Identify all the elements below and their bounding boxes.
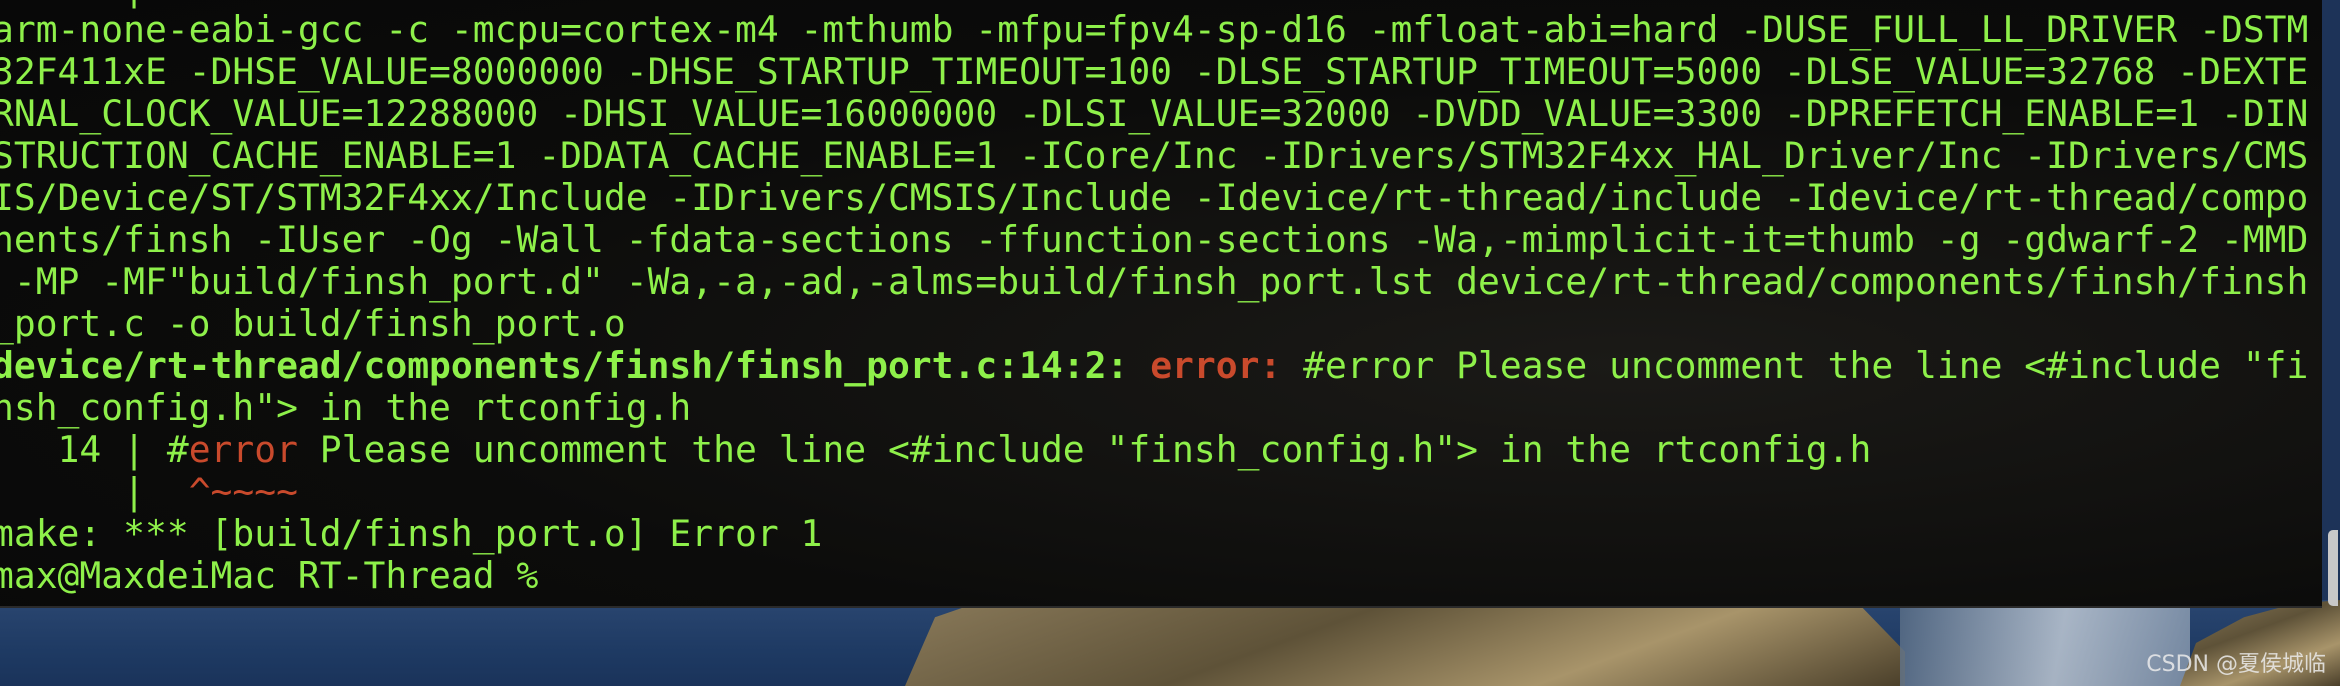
scrollbar[interactable] bbox=[2328, 530, 2338, 606]
output-text: RNAL_CLOCK_VALUE=12288000 -DHSI_VALUE=16… bbox=[0, 92, 2309, 135]
terminal-line: | ^~~~~ bbox=[0, 471, 2308, 513]
terminal-output[interactable]: | arm-none-eabi-gcc -c -mcpu=cortex-m4 -m… bbox=[0, 0, 2308, 597]
output-text: arm-none-eabi-gcc -c -mcpu=cortex-m4 -mt… bbox=[0, 8, 2309, 51]
output-text: Please uncomment the line <#include "fin… bbox=[297, 428, 1872, 471]
terminal-line: 14 | #error Please uncomment the line <#… bbox=[0, 429, 2308, 471]
output-text: max@MaxdeiMac RT-Thread % bbox=[0, 554, 561, 597]
output-text: STRUCTION_CACHE_ENABLE=1 -DDATA_CACHE_EN… bbox=[0, 134, 2309, 177]
error-text: error bbox=[188, 428, 298, 471]
terminal-window[interactable]: | arm-none-eabi-gcc -c -mcpu=cortex-m4 -m… bbox=[0, 0, 2322, 608]
output-text: 14 | # bbox=[0, 428, 189, 471]
watermark: CSDN @夏侯城临 bbox=[2146, 652, 2326, 677]
terminal-line: IS/Device/ST/STM32F4xx/Include -IDrivers… bbox=[0, 177, 2308, 219]
output-text: nsh_config.h"> in the rtconfig.h bbox=[0, 386, 692, 429]
wallpaper-rock bbox=[905, 600, 1905, 686]
terminal-line: -MP -MF"build/finsh_port.d" -Wa,-a,-ad,-… bbox=[0, 260, 2309, 303]
terminal-line: _port.c -o build/finsh_port.o bbox=[0, 303, 2308, 345]
terminal-line: nents/finsh -IUser -Og -Wall -fdata-sect… bbox=[0, 219, 2308, 261]
output-text: -MP -MF"build/finsh_port.d" -Wa,-a,-ad,-… bbox=[0, 260, 2309, 303]
output-text: #error Please uncomment the line <#inclu… bbox=[1281, 344, 2309, 387]
terminal-line: nsh_config.h"> in the rtconfig.h bbox=[0, 387, 2308, 429]
output-text: 32F411xE -DHSE_VALUE=8000000 -DHSE_START… bbox=[0, 50, 2309, 93]
output-text: _port.c -o build/finsh_port.o bbox=[0, 302, 626, 345]
output-text: | bbox=[0, 470, 189, 513]
terminal-line: RNAL_CLOCK_VALUE=12288000 -DHSI_VALUE=16… bbox=[0, 93, 2308, 135]
terminal-line: arm-none-eabi-gcc -c -mcpu=cortex-m4 -mt… bbox=[0, 9, 2308, 51]
output-text: make: *** [build/finsh_port.o] Error 1 bbox=[0, 512, 823, 555]
terminal-line: make: *** [build/finsh_port.o] Error 1 bbox=[0, 513, 2308, 555]
shell-prompt: max@MaxdeiMac RT-Thread % bbox=[0, 555, 2308, 597]
terminal-line: STRUCTION_CACHE_ENABLE=1 -DDATA_CACHE_EN… bbox=[0, 135, 2308, 177]
output-text: nents/finsh -IUser -Og -Wall -fdata-sect… bbox=[0, 218, 2309, 261]
error-text: ^~~~~ bbox=[188, 470, 298, 513]
output-text: IS/Device/ST/STM32F4xx/Include -IDrivers… bbox=[0, 176, 2309, 219]
error-text: error: bbox=[1150, 344, 1282, 387]
output-text: device/rt-thread/components/finsh/finsh_… bbox=[0, 344, 1151, 387]
terminal-line: device/rt-thread/components/finsh/finsh_… bbox=[0, 345, 2308, 387]
terminal-line: 32F411xE -DHSE_VALUE=8000000 -DHSE_START… bbox=[0, 51, 2308, 93]
